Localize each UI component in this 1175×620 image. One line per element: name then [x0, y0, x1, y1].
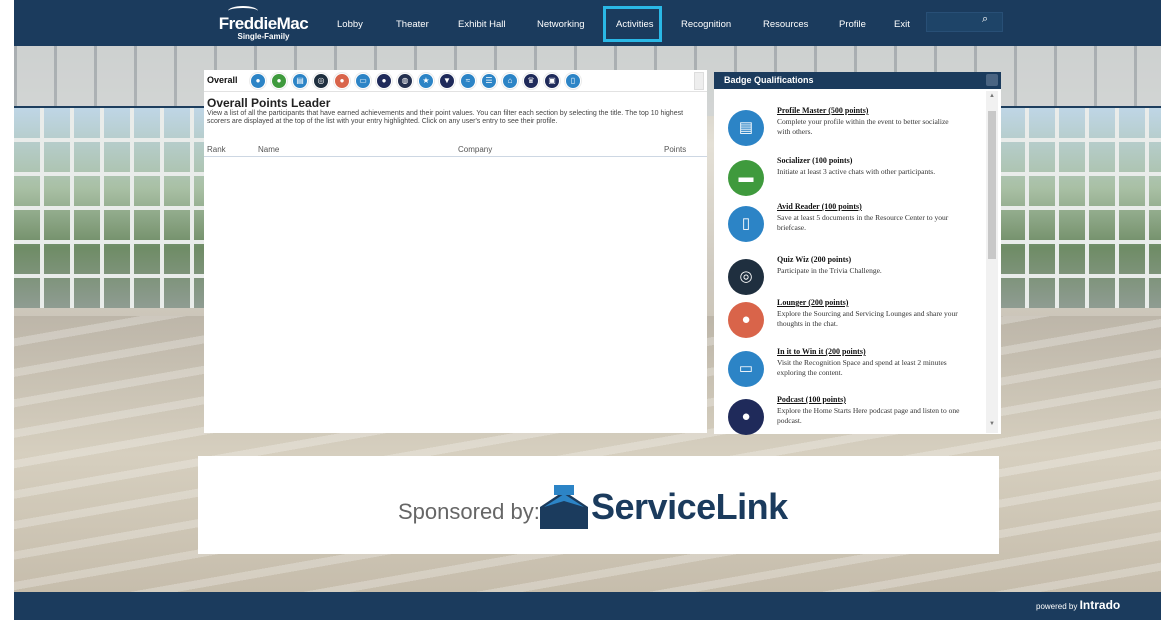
- badge-filter-bar: Overall ● ● ▤ ◎ ● ▭ ● ◍ ★ ▼ ≈ ☰ ⌂ ♛ ▣ ▯: [204, 70, 707, 92]
- badge-name-link[interactable]: Profile Master (500 points): [777, 106, 868, 115]
- checklist-badge-icon[interactable]: ☰: [481, 73, 497, 89]
- nav-recognition[interactable]: Recognition: [681, 19, 731, 30]
- document-icon: ▯: [728, 206, 764, 242]
- badge-name: Socializer (100 points): [777, 156, 853, 165]
- nav-resources[interactable]: Resources: [763, 19, 808, 30]
- badge-name-link[interactable]: In it to Win it (200 points): [777, 347, 866, 356]
- leaderboard-panel: Overall ● ● ▤ ◎ ● ▭ ● ◍ ★ ▼ ≈ ☰ ⌂ ♛ ▣ ▯ …: [204, 70, 707, 433]
- glass-wall-right: [999, 108, 1161, 308]
- powered-by-intrado[interactable]: powered by Intrado: [1036, 598, 1144, 614]
- profile-badge-icon[interactable]: ●: [250, 73, 266, 89]
- sponsor-banner[interactable]: Sponsored by: ServiceLink: [198, 456, 999, 554]
- logo-sub: Single-Family: [237, 32, 290, 41]
- powered-by-label: powered by: [1036, 602, 1078, 611]
- freddie-mac-logo[interactable]: FreddieMac Single-Family: [216, 6, 311, 41]
- lounge-badge-icon[interactable]: ●: [334, 73, 350, 89]
- crown-badge-icon[interactable]: ♛: [523, 73, 539, 89]
- sponsor-label: Sponsored by:: [398, 499, 540, 524]
- badge-description: Initiate at least 3 active chats with ot…: [777, 167, 936, 176]
- star-badge-icon[interactable]: ★: [418, 73, 434, 89]
- laptop-icon: ▭: [728, 351, 764, 387]
- badge-description: Participate in the Trivia Challenge.: [777, 266, 882, 275]
- scroll-down-icon[interactable]: ▼: [988, 421, 996, 427]
- app-frame: FreddieMac Single-Family Lobby Theater E…: [14, 0, 1161, 620]
- scroll-thumb[interactable]: [988, 111, 996, 259]
- home-badge-icon[interactable]: ⌂: [502, 73, 518, 89]
- logo-name: FreddieMac: [218, 14, 309, 33]
- nav-activities[interactable]: Activities: [616, 19, 653, 30]
- servicelink-logo-icon: [540, 485, 588, 529]
- nav-profile[interactable]: Profile: [839, 19, 866, 30]
- leaderboard-description: View a list of all the participants that…: [207, 110, 684, 125]
- laptop-badge-icon[interactable]: ▭: [355, 73, 371, 89]
- profile-icon: ▤: [728, 110, 764, 146]
- panel-toggle-button[interactable]: [986, 74, 998, 86]
- podcast-badge-icon[interactable]: ●: [376, 73, 392, 89]
- badge-name-link[interactable]: Lounger (200 points): [777, 298, 848, 307]
- nav-theater[interactable]: Theater: [396, 19, 429, 30]
- scroll-up-icon[interactable]: ▲: [988, 93, 996, 99]
- badge-description: Explore the Home Starts Here podcast pag…: [777, 406, 960, 425]
- glass-wall-left: [14, 108, 204, 308]
- tab-overall[interactable]: Overall: [207, 75, 238, 85]
- nav-exit[interactable]: Exit: [894, 19, 910, 30]
- column-company[interactable]: Company: [458, 145, 492, 154]
- badge-description: Complete your profile within the event t…: [777, 117, 949, 136]
- document-badge-icon[interactable]: ▤: [292, 73, 308, 89]
- microphone-icon: ●: [728, 399, 764, 435]
- badge-list-scrollbar[interactable]: ▲ ▼: [986, 91, 998, 433]
- phone-badge-icon[interactable]: ▯: [565, 73, 581, 89]
- quiz-icon: ◎: [728, 259, 764, 295]
- vendor-name: Intrado: [1079, 598, 1121, 612]
- quiz-badge-icon[interactable]: ◎: [313, 73, 329, 89]
- badge-description: Save at least 5 documents in the Resourc…: [777, 213, 949, 232]
- nav-networking[interactable]: Networking: [537, 19, 585, 30]
- badge-name-link[interactable]: Podcast (100 points): [777, 395, 846, 404]
- chat-badge-icon[interactable]: ●: [271, 73, 287, 89]
- column-rank[interactable]: Rank: [207, 145, 226, 154]
- lounge-icon: ●: [728, 302, 764, 338]
- search-icon[interactable]: ⌕: [982, 13, 996, 29]
- footer-bar: [14, 592, 1161, 620]
- nav-exhibit-hall[interactable]: Exhibit Hall: [458, 19, 506, 30]
- column-points[interactable]: Points: [664, 145, 686, 154]
- badge-description: Explore the Sourcing and Servicing Loung…: [777, 309, 958, 328]
- ribbon-badge-icon[interactable]: ▼: [439, 73, 455, 89]
- badge-name-link[interactable]: Avid Reader (100 points): [777, 202, 862, 211]
- badge-name: Quiz Wiz (200 points): [777, 255, 852, 264]
- chat-icon: ▬: [728, 160, 764, 196]
- nav-lobby[interactable]: Lobby: [337, 19, 363, 30]
- sponsor-name: ServiceLink: [591, 486, 788, 527]
- badge-bar-scrollbar[interactable]: [694, 72, 704, 90]
- leaderboard-table-header: Rank Name Company Points: [204, 143, 707, 157]
- globe-badge-icon[interactable]: ◍: [397, 73, 413, 89]
- wifi-badge-icon[interactable]: ≈: [460, 73, 476, 89]
- leaderboard-title: Overall Points Leader: [207, 96, 331, 110]
- trophy-badge-icon[interactable]: ▣: [544, 73, 560, 89]
- badge-qualifications-panel: Badge Qualifications ▲ ▼ ▤ Profile Maste…: [714, 72, 1001, 435]
- badge-qualifications-title: Badge Qualifications: [714, 72, 1001, 89]
- column-name[interactable]: Name: [258, 145, 279, 154]
- badge-description: Visit the Recognition Space and spend at…: [777, 358, 947, 377]
